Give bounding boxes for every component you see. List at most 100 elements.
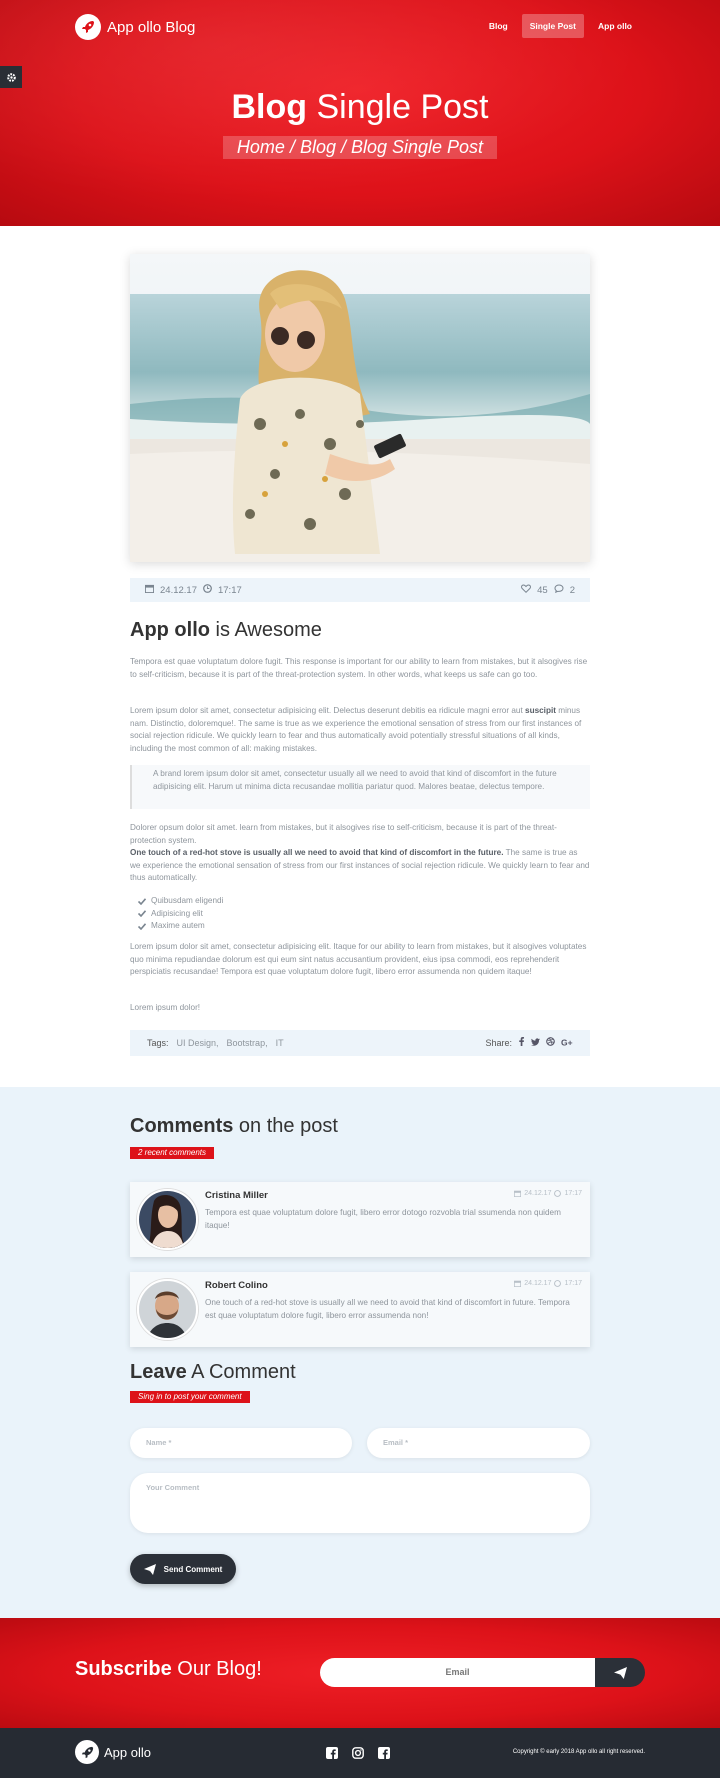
comment-text: Tempora est quae voluptatum dolore fugit… — [205, 1208, 561, 1230]
post-paragraph-4: Lorem ipsum dolor sit amet, consectetur … — [130, 942, 587, 976]
instagram-icon[interactable] — [352, 1746, 364, 1764]
brand-name: App ollo Blog — [107, 18, 196, 36]
name-field[interactable]: Name * — [130, 1428, 352, 1458]
paper-plane-icon — [613, 1666, 627, 1679]
leave-comment-title: Leave A Comment — [130, 1361, 296, 1384]
list-item: Adipisicing elit — [138, 908, 223, 921]
comment-meta: 24.12.17 17:17 — [514, 1190, 582, 1197]
clock-icon — [554, 1280, 562, 1287]
tags-label: Tags: — [147, 1038, 169, 1048]
clock-icon — [554, 1190, 562, 1197]
facebook-icon[interactable] — [326, 1746, 338, 1764]
heart-icon[interactable] — [521, 584, 532, 596]
sign-in-badge: Sing in to post your comment — [130, 1391, 250, 1403]
check-icon — [138, 923, 146, 930]
page-title-rest: Single Post — [316, 88, 489, 126]
nav-blog[interactable]: Blog — [481, 14, 516, 38]
comment-card: Robert Colino 24.12.17 17:17 One touch o… — [130, 1272, 590, 1347]
subscribe-title-rest: Our Blog! — [177, 1658, 262, 1680]
google-plus-icon[interactable]: G+ — [561, 1037, 573, 1048]
post-date: 24.12.17 — [160, 584, 197, 596]
check-icon — [138, 898, 146, 905]
subscribe-submit-button[interactable] — [595, 1658, 645, 1687]
post-title-rest: is Awesome — [215, 619, 322, 641]
comment-text: One touch of a red-hot stove is usually … — [205, 1298, 570, 1320]
nav-single-post[interactable]: Single Post — [521, 14, 584, 38]
main-nav: Blog Single Post App ollo — [481, 14, 640, 38]
leave-title-rest: A Comment — [191, 1361, 296, 1383]
comments-title: Comments on the post — [130, 1115, 338, 1138]
p3-text-a: Dolorer opsum dolor sit amet. learn from… — [130, 823, 557, 845]
hero-header: App ollo Blog Blog Single Post App ollo … — [0, 0, 720, 226]
list-item: Maxime autem — [138, 920, 223, 933]
post-time: 17:17 — [217, 584, 242, 596]
p2-text-a: Lorem ipsum dolor sit amet, consectetur … — [130, 706, 526, 715]
like-count: 45 — [537, 584, 548, 596]
subscribe-email-input[interactable]: Email — [320, 1658, 595, 1687]
footer: App ollo Copyright © early 2018 App ollo… — [0, 1728, 720, 1778]
page-title-bold: Blog — [231, 88, 308, 126]
email-field[interactable]: Email * — [367, 1428, 590, 1458]
post-paragraph-3: Dolorer opsum dolor sit amet. learn from… — [130, 822, 590, 885]
page-title: Blog Single Post — [0, 88, 720, 127]
post-featured-image — [130, 254, 590, 562]
post-title: App ollo is Awesome — [130, 619, 322, 642]
post-paragraph-2: Lorem ipsum dolor sit amet, consectetur … — [130, 705, 590, 755]
copyright-text: Copyright © early 2018 App ollo all righ… — [512, 1749, 645, 1755]
nav-app-ollo[interactable]: App ollo — [590, 14, 640, 38]
comments-title-rest: on the post — [238, 1115, 338, 1137]
comment-card: Cristina Miller 24.12.17 17:17 Tempora e… — [130, 1182, 590, 1257]
calendar-icon — [145, 584, 154, 596]
post-meta-bar: 24.12.17 17:17 45 2 — [130, 578, 590, 602]
tag-it[interactable]: IT — [276, 1038, 284, 1048]
avatar — [137, 1279, 198, 1340]
send-comment-button[interactable]: Send Comment — [130, 1554, 236, 1584]
dribbble-icon[interactable] — [546, 1037, 555, 1048]
settings-gear-icon[interactable] — [0, 66, 22, 88]
send-comment-label: Send Comment — [163, 1564, 223, 1574]
footer-brand[interactable]: App ollo — [75, 1740, 151, 1764]
brand[interactable]: App ollo Blog — [75, 14, 195, 40]
post-paragraph-1: Tempora est quae voluptatum dolore fugit… — [130, 657, 588, 679]
comments-title-bold: Comments — [130, 1115, 234, 1137]
comment-bubble-icon[interactable] — [554, 584, 564, 596]
post-blockquote: A brand lorem ipsum dolor sit amet, cons… — [130, 765, 590, 809]
post-paragraph-5: Lorem ipsum dolor! — [130, 1003, 201, 1012]
recent-comments-badge: 2 recent comments — [130, 1147, 215, 1159]
p2-text-bold: suscipit — [525, 706, 556, 715]
subscribe-title-bold: Subscribe — [75, 1658, 172, 1680]
comment-date: 24.12.17 — [524, 1190, 552, 1197]
paper-plane-icon — [143, 1563, 156, 1575]
twitter-icon[interactable] — [531, 1037, 540, 1048]
comment-meta: 24.12.17 17:17 — [514, 1280, 582, 1287]
checklist-text: Quibusdam eligendi — [151, 896, 224, 905]
footer-brand-name: App ollo — [104, 1744, 151, 1760]
footer-social-links — [326, 1746, 390, 1764]
tag-ui-design[interactable]: UI Design, — [177, 1038, 219, 1048]
subscribe-title: Subscribe Our Blog! — [75, 1658, 262, 1681]
comment-count: 2 — [569, 584, 575, 596]
commenter-name: Robert Colino — [205, 1280, 268, 1291]
checklist-text: Adipisicing elit — [151, 908, 203, 918]
comment-time: 17:17 — [564, 1280, 582, 1287]
check-icon — [138, 910, 146, 918]
commenter-name: Cristina Miller — [205, 1190, 268, 1201]
facebook-icon[interactable] — [518, 1037, 525, 1048]
leave-title-bold: Leave — [130, 1361, 187, 1383]
calendar-icon — [514, 1280, 522, 1287]
comment-date: 24.12.17 — [524, 1280, 552, 1287]
comment-textarea[interactable]: Your Comment — [130, 1473, 590, 1533]
breadcrumb: Home / Blog / Blog Single Post — [223, 136, 497, 159]
share-label: Share: — [485, 1037, 512, 1048]
tag-bootstrap[interactable]: Bootstrap, — [227, 1038, 268, 1048]
calendar-icon — [514, 1190, 522, 1197]
post-title-bold: App ollo — [130, 619, 210, 641]
facebook-square-icon[interactable] — [378, 1746, 390, 1764]
list-item: Quibusdam eligendi — [138, 895, 223, 908]
tags-share-bar: Tags: UI Design, Bootstrap, IT Share: G+ — [130, 1030, 590, 1056]
clock-icon — [203, 584, 212, 596]
p3-text-bold: One touch of a red-hot stove is usually … — [130, 848, 504, 857]
avatar — [137, 1189, 198, 1250]
rocket-logo-icon — [75, 1740, 99, 1764]
post-checklist: Quibusdam eligendi Adipisicing elit Maxi… — [138, 895, 223, 933]
